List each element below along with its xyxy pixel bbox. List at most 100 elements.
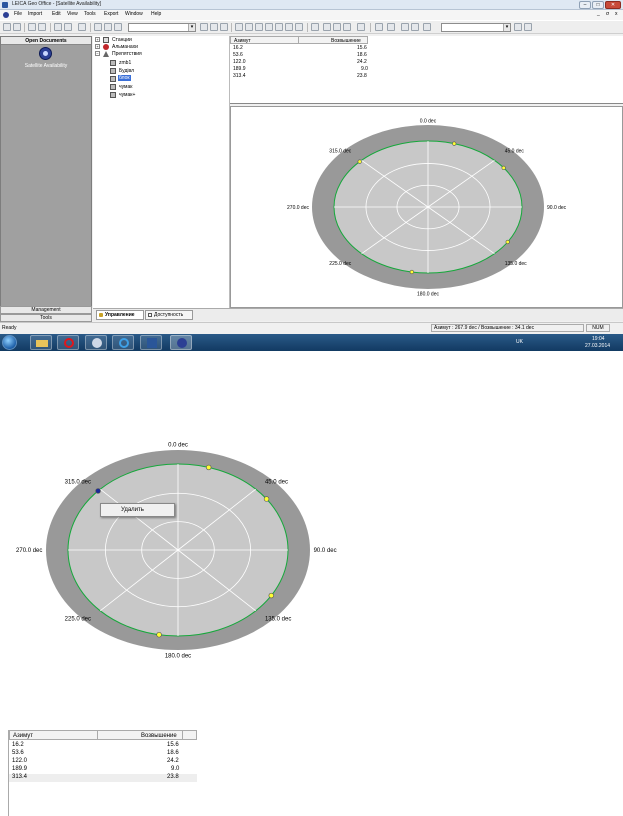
expand-icon[interactable]: +: [95, 37, 100, 42]
report-icon[interactable]: [387, 23, 395, 31]
management-button[interactable]: Management: [0, 306, 92, 314]
grid-icon[interactable]: [423, 23, 431, 31]
menu-help[interactable]: Help: [151, 11, 161, 17]
document-icon: [3, 12, 9, 18]
sky-plot[interactable]: 0.0 dec 45.0 dec 90.0 dec 135.0 dec 180.0 de…: [231, 107, 622, 307]
collapse-icon[interactable]: −: [95, 51, 100, 56]
zoom-in-icon[interactable]: [94, 23, 102, 31]
start-button[interactable]: [2, 335, 17, 350]
new-icon[interactable]: [3, 23, 11, 31]
open-icon[interactable]: [13, 23, 21, 31]
measure-icon[interactable]: [255, 23, 263, 31]
table-header: Азимут Возвышение: [230, 36, 368, 44]
media-icon[interactable]: [85, 335, 107, 350]
mdi-minimize-button[interactable]: _: [597, 11, 600, 17]
add-icon[interactable]: [200, 23, 208, 31]
chevron-down-icon[interactable]: ▾: [188, 24, 195, 31]
clock-date[interactable]: 27.03.2014: [585, 343, 610, 349]
table-row[interactable]: 53.6 18.6: [9, 750, 197, 758]
table-row[interactable]: 189.9 9.0: [9, 766, 197, 774]
context-menu-delete[interactable]: Удалить: [121, 507, 144, 513]
satellite-icon[interactable]: [343, 23, 351, 31]
edit-icon[interactable]: [514, 23, 522, 31]
azimuth-label-sw: 225.0 dec: [329, 261, 351, 267]
table-row[interactable]: 313.4 23.8: [9, 774, 197, 782]
tab-availability[interactable]: Доступность: [145, 310, 193, 320]
table-row[interactable]: 16.2 15.6: [230, 45, 368, 51]
column-header-azimuth[interactable]: Азимут: [234, 38, 251, 44]
satellite-availability-label[interactable]: Satellite Availability: [1, 63, 91, 69]
target-icon[interactable]: [411, 23, 419, 31]
column-header-elevation[interactable]: Возвышение: [331, 38, 361, 44]
clock-time[interactable]: 19:04: [592, 336, 605, 342]
expand-icon[interactable]: +: [95, 44, 100, 49]
menu-export[interactable]: Export: [104, 11, 118, 17]
tools-button[interactable]: Tools: [0, 314, 92, 322]
leica-icon[interactable]: [170, 335, 192, 350]
table-row[interactable]: 53.6 18.6: [230, 52, 368, 58]
toolbar-separator: [307, 23, 308, 32]
measure-icon[interactable]: [295, 23, 303, 31]
minimize-button[interactable]: –: [579, 1, 591, 9]
ie-icon[interactable]: [112, 335, 134, 350]
obstruction-point: [501, 165, 506, 170]
mdi-close-button[interactable]: x: [615, 11, 618, 17]
opera-icon[interactable]: [57, 335, 79, 350]
menu-file[interactable]: File: [14, 11, 22, 17]
report-icon[interactable]: [375, 23, 383, 31]
mdi-restore-button[interactable]: σ: [606, 11, 609, 17]
obstruction-point: [156, 632, 162, 638]
settings-icon[interactable]: [78, 23, 86, 31]
table-row[interactable]: 189.9 9.0: [230, 66, 368, 72]
close-button[interactable]: ✕: [605, 1, 621, 9]
preview-icon[interactable]: [38, 23, 46, 31]
arrow-icon[interactable]: [220, 23, 228, 31]
menu-edit[interactable]: Edit: [52, 11, 61, 17]
zoom-out-icon[interactable]: [104, 23, 112, 31]
globe-icon: [177, 338, 187, 348]
status-readout: Азимут : 267.9 dec / Возвышение : 34.1 d…: [431, 324, 584, 332]
sky-plot-zoomed[interactable]: 0.0 dec 45.0 dec 90.0 dec 135.0 dec 180.0 de…: [0, 440, 380, 670]
tab-management[interactable]: Управление: [96, 310, 144, 320]
measure-icon[interactable]: [285, 23, 293, 31]
menu-tools[interactable]: Tools: [84, 11, 96, 17]
satellite-availability-icon[interactable]: [39, 47, 52, 60]
cut-icon[interactable]: [401, 23, 409, 31]
satellite-icon[interactable]: [333, 23, 341, 31]
selection-combo[interactable]: ▾: [441, 23, 511, 32]
paste-icon[interactable]: [64, 23, 72, 31]
toolbar-separator: [231, 23, 232, 32]
measure-icon[interactable]: [275, 23, 283, 31]
list-icon[interactable]: [524, 23, 532, 31]
help-pointer-icon[interactable]: [357, 23, 365, 31]
menu-window[interactable]: Window: [125, 11, 143, 17]
print-icon[interactable]: [28, 23, 36, 31]
zoom-fit-icon[interactable]: [114, 23, 122, 31]
column-header-elevation[interactable]: Возвышение: [141, 733, 177, 739]
column-header-azimuth[interactable]: Азимут: [13, 733, 33, 739]
table-row[interactable]: 122.0 24.2: [9, 758, 197, 766]
open-documents-header[interactable]: Open Documents: [1, 37, 91, 45]
satellite-icon[interactable]: [323, 23, 331, 31]
view-combo[interactable]: ▾: [128, 23, 196, 32]
toolbar-separator: [90, 23, 91, 32]
azimuth-cell: 53.6: [233, 52, 243, 58]
table-row[interactable]: 313.4 23.8: [230, 73, 368, 79]
arrow-icon[interactable]: [210, 23, 218, 31]
measure-icon[interactable]: [265, 23, 273, 31]
measure-icon[interactable]: [235, 23, 243, 31]
explorer-icon[interactable]: [30, 335, 52, 350]
tray-icons: [540, 339, 580, 345]
azimuth-cell: 122.0: [233, 59, 246, 65]
menu-import[interactable]: Import: [28, 11, 42, 17]
measure-icon[interactable]: [245, 23, 253, 31]
process-icon[interactable]: [311, 23, 319, 31]
table-row[interactable]: 122.0 24.2: [230, 59, 368, 65]
maximize-button[interactable]: □: [592, 1, 604, 9]
chevron-down-icon[interactable]: ▾: [503, 24, 510, 31]
word-icon[interactable]: [140, 335, 162, 350]
copy-icon[interactable]: [54, 23, 62, 31]
menu-view[interactable]: View: [67, 11, 78, 17]
language-indicator[interactable]: UK: [516, 339, 523, 345]
table-row[interactable]: 16.2 15.6: [9, 742, 197, 750]
